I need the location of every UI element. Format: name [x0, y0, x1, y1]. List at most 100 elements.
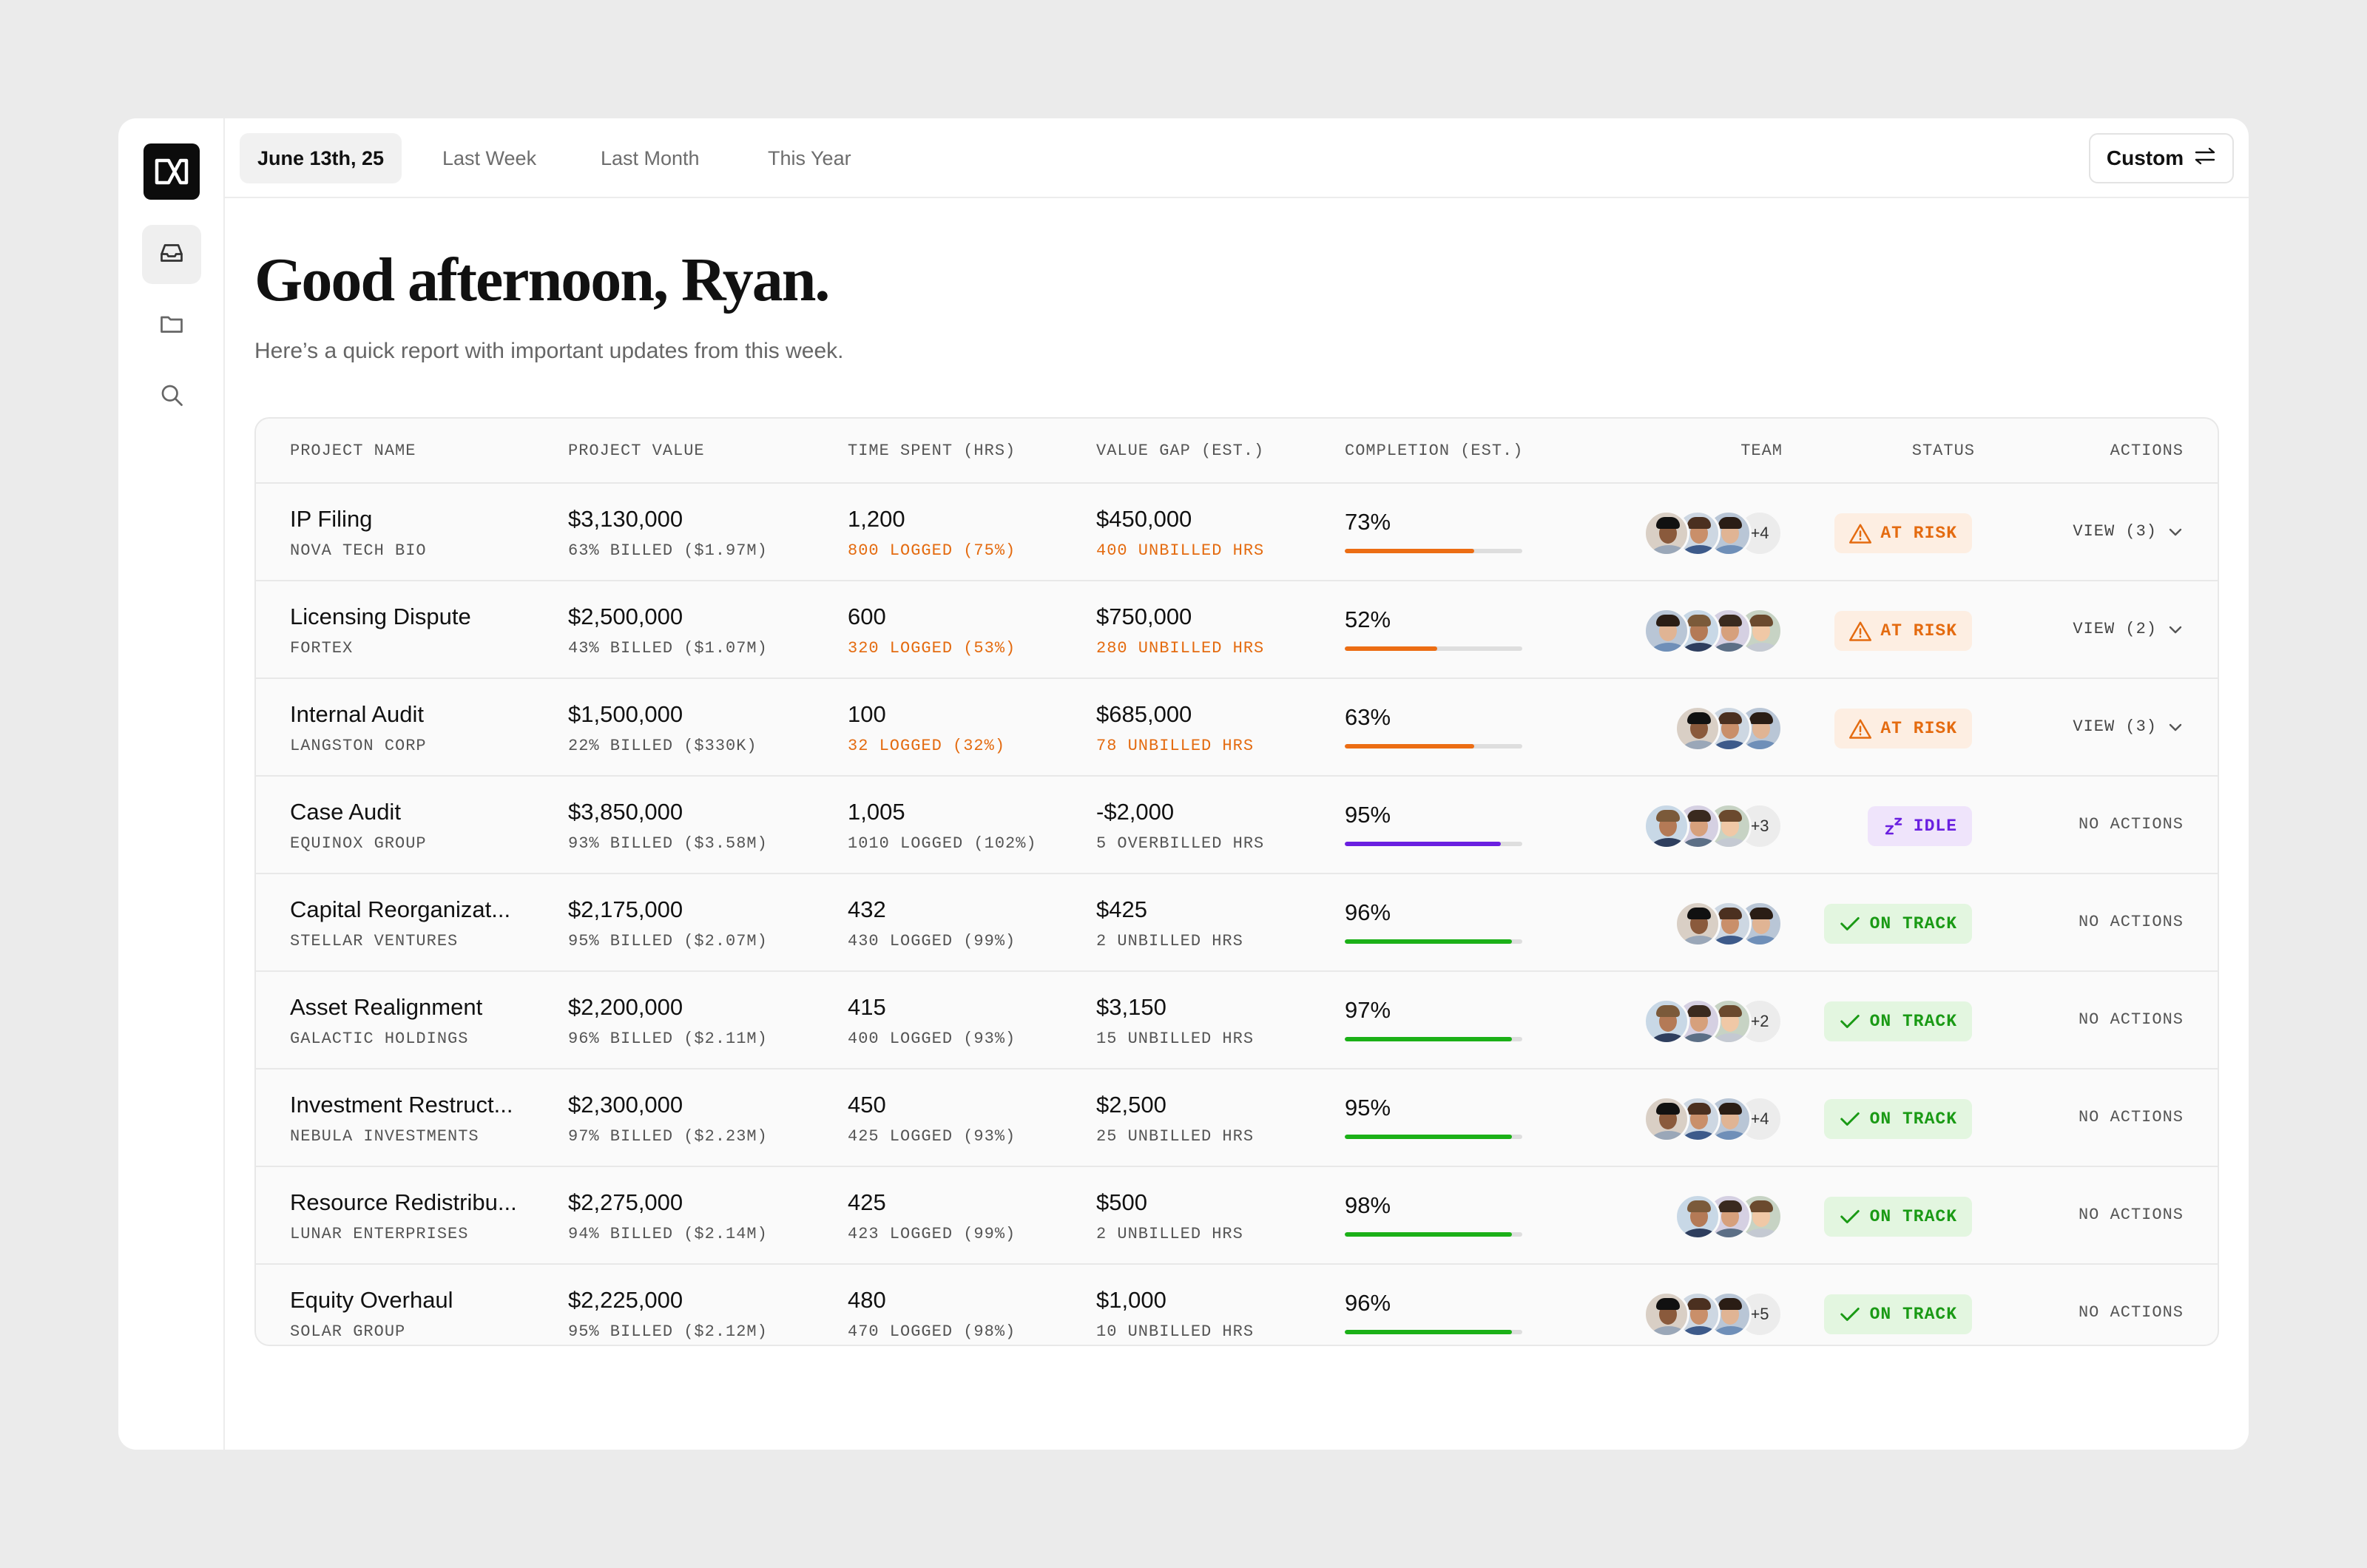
- check-icon: [1839, 1305, 1861, 1324]
- status-label: ON TRACK: [1869, 1012, 1957, 1031]
- project-name[interactable]: Resource Redistribu...: [290, 1189, 517, 1216]
- team-avatars[interactable]: [1675, 901, 1783, 948]
- team-avatars[interactable]: +3: [1644, 803, 1783, 851]
- table-row[interactable]: IP Filing NOVA TECH BIO $3,130,000 63% B…: [256, 484, 2218, 581]
- avatar[interactable]: [1644, 608, 1689, 654]
- tab-this-year[interactable]: This Year: [750, 133, 869, 183]
- row-actions: NO ACTIONS: [2079, 1108, 2184, 1126]
- client-name: LUNAR ENTERPRISES: [290, 1225, 469, 1243]
- avatar[interactable]: [1644, 1096, 1689, 1142]
- row-actions: NO ACTIONS: [2079, 1206, 2184, 1224]
- tab-today[interactable]: June 13th, 25: [240, 133, 402, 183]
- table-row[interactable]: Case Audit EQUINOX GROUP $3,850,000 93% …: [256, 777, 2218, 874]
- col-team[interactable]: TEAM: [1740, 419, 1783, 484]
- completion-progress-bar: [1345, 1232, 1522, 1237]
- time-spent: 432: [848, 896, 886, 922]
- team-avatars[interactable]: +5: [1644, 1291, 1783, 1339]
- avatar[interactable]: [1644, 998, 1689, 1044]
- avatar[interactable]: [1644, 803, 1689, 849]
- time-spent: 600: [848, 604, 886, 629]
- team-avatars[interactable]: [1675, 1194, 1783, 1241]
- completion-progress-bar: [1345, 1037, 1522, 1041]
- client-name: NOVA TECH BIO: [290, 541, 427, 560]
- avatar[interactable]: [1644, 1291, 1689, 1337]
- col-actions[interactable]: ACTIONS: [2110, 419, 2184, 484]
- avatar[interactable]: [1675, 706, 1721, 751]
- warning-icon: [1849, 523, 1872, 544]
- custom-range-button[interactable]: Custom: [2089, 133, 2234, 183]
- col-time-spent[interactable]: TIME SPENT (HRS): [848, 419, 1016, 484]
- status-badge: ON TRACK: [1823, 1197, 1972, 1237]
- col-project-value[interactable]: PROJECT VALUE: [568, 419, 705, 484]
- avatar[interactable]: [1675, 1194, 1721, 1240]
- page-subtitle: Here’s a quick report with important upd…: [254, 339, 844, 363]
- unbilled-hours: 10 UNBILLED HRS: [1096, 1322, 1255, 1341]
- value-gap: $750,000: [1096, 604, 1192, 629]
- project-name[interactable]: IP Filing: [290, 506, 372, 533]
- completion-progress-fill: [1345, 939, 1512, 944]
- logged-hours: 1010 LOGGED (102%): [848, 834, 1037, 853]
- logged-hours: 470 LOGGED (98%): [848, 1322, 1016, 1341]
- project-name[interactable]: Asset Realignment: [290, 994, 482, 1021]
- team-avatars[interactable]: +4: [1644, 510, 1783, 558]
- view-actions-dropdown[interactable]: VIEW (2): [2073, 620, 2184, 638]
- action-label: VIEW (2): [2073, 620, 2157, 638]
- view-actions-dropdown[interactable]: VIEW (3): [2073, 717, 2184, 736]
- value-gap: $3,150: [1096, 994, 1166, 1020]
- completion-percent: 73%: [1345, 509, 1391, 535]
- status-badge: ON TRACK: [1823, 1099, 1972, 1139]
- table-row[interactable]: Licensing Dispute FORTEX $2,500,000 43% …: [256, 581, 2218, 679]
- table-row[interactable]: Equity Overhaul SOLAR GROUP $2,225,000 9…: [256, 1265, 2218, 1345]
- tab-last-week[interactable]: Last Week: [425, 133, 554, 183]
- client-name: SOLAR GROUP: [290, 1322, 406, 1341]
- logged-hours: 430 LOGGED (99%): [848, 932, 1016, 950]
- inbox-icon: [158, 240, 185, 270]
- sidebar-item-folder[interactable]: [142, 296, 201, 355]
- unbilled-hours: 2 UNBILLED HRS: [1096, 1225, 1243, 1243]
- sidebar-item-inbox[interactable]: [142, 225, 201, 284]
- col-completion[interactable]: COMPLETION (EST.): [1345, 419, 1523, 484]
- action-label: NO ACTIONS: [2078, 1108, 2184, 1126]
- time-spent: 415: [848, 994, 886, 1020]
- tab-last-month[interactable]: Last Month: [583, 133, 717, 183]
- team-avatars[interactable]: +2: [1644, 998, 1783, 1046]
- table-row[interactable]: Internal Audit LANGSTON CORP $1,500,000 …: [256, 679, 2218, 777]
- completion-progress-fill: [1345, 744, 1475, 748]
- project-name[interactable]: Investment Restruct...: [290, 1092, 513, 1118]
- completion-progress-fill: [1345, 549, 1475, 553]
- sidebar-item-search[interactable]: [142, 367, 201, 426]
- project-name[interactable]: Equity Overhaul: [290, 1287, 453, 1314]
- completion-progress-fill: [1345, 646, 1437, 651]
- project-name[interactable]: Capital Reorganizat...: [290, 896, 510, 923]
- col-status[interactable]: STATUS: [1912, 419, 1975, 484]
- check-icon: [1839, 1012, 1861, 1031]
- project-name[interactable]: Case Audit: [290, 799, 401, 825]
- time-spent: 425: [848, 1189, 886, 1215]
- view-actions-dropdown[interactable]: VIEW (3): [2073, 522, 2184, 541]
- action-label: VIEW (3): [2073, 522, 2157, 541]
- sliders-icon: [2194, 146, 2216, 171]
- team-avatars[interactable]: [1675, 706, 1783, 753]
- table-body: IP Filing NOVA TECH BIO $3,130,000 63% B…: [256, 484, 2218, 1345]
- app-window: June 13th, 25 Last Week Last Month This …: [118, 118, 2249, 1450]
- action-label: NO ACTIONS: [2078, 1303, 2184, 1322]
- table-row[interactable]: Resource Redistribu... LUNAR ENTERPRISES…: [256, 1167, 2218, 1265]
- project-name[interactable]: Internal Audit: [290, 701, 424, 728]
- col-project-name[interactable]: PROJECT NAME: [290, 419, 416, 484]
- team-avatars[interactable]: +4: [1644, 1096, 1783, 1143]
- table-row[interactable]: Investment Restruct... NEBULA INVESTMENT…: [256, 1069, 2218, 1167]
- project-name[interactable]: Licensing Dispute: [290, 604, 471, 630]
- status-label: ON TRACK: [1869, 914, 1957, 933]
- billed-amount: 22% BILLED ($330K): [568, 737, 757, 755]
- completion-progress-bar: [1345, 646, 1522, 651]
- table-row[interactable]: Asset Realignment GALACTIC HOLDINGS $2,2…: [256, 972, 2218, 1069]
- team-avatars[interactable]: [1644, 608, 1783, 655]
- row-actions: NO ACTIONS: [2079, 1303, 2184, 1322]
- logged-hours: 800 LOGGED (75%): [848, 541, 1016, 560]
- avatar[interactable]: [1675, 901, 1721, 947]
- table-row[interactable]: Capital Reorganizat... STELLAR VENTURES …: [256, 874, 2218, 972]
- sleep-icon: [1883, 815, 1905, 837]
- col-value-gap[interactable]: VALUE GAP (EST.): [1096, 419, 1264, 484]
- avatar[interactable]: [1644, 510, 1689, 556]
- logo-icon[interactable]: [143, 143, 200, 200]
